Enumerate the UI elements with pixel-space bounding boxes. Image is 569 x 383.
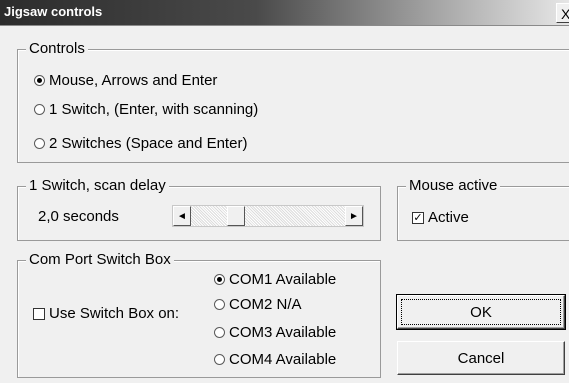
scan-delay-value: 2,0 seconds (38, 208, 119, 225)
radio-button-icon (214, 274, 225, 285)
controls-group-legend: Controls (26, 40, 88, 57)
radio-label: Mouse, Arrows and Enter (49, 72, 218, 89)
window-title: Jigsaw controls (4, 4, 103, 19)
close-button[interactable]: X (556, 3, 569, 23)
scrollbar-thumb[interactable] (227, 206, 245, 226)
radio-one-switch[interactable]: 1 Switch, (Enter, with scanning) (34, 101, 258, 118)
radio-button-icon (214, 299, 225, 310)
radio-button-icon (34, 104, 45, 115)
mouse-active-group-legend: Mouse active (406, 177, 501, 194)
active-checkbox[interactable]: ✓ Active (412, 209, 469, 226)
radio-label: COM1 Available (229, 271, 337, 288)
jigsaw-controls-dialog: Jigsaw controls X Controls Mouse, Arrows… (0, 0, 569, 383)
use-switch-box-checkbox[interactable]: Use Switch Box on: (33, 305, 179, 322)
radio-button-icon (214, 354, 225, 365)
cancel-button-label: Cancel (457, 350, 505, 367)
active-checkbox-label: Active (428, 209, 469, 226)
radio-button-icon (34, 75, 45, 86)
com-port-group-legend: Com Port Switch Box (26, 251, 174, 268)
cancel-button[interactable]: Cancel (397, 341, 565, 375)
radio-button-icon (214, 327, 225, 338)
radio-label: COM3 Available (229, 324, 337, 341)
scroll-right-icon[interactable]: ► (345, 206, 363, 226)
radio-label: COM2 N/A (229, 296, 302, 313)
radio-com3[interactable]: COM3 Available (214, 324, 336, 341)
radio-label: 1 Switch, (Enter, with scanning) (49, 101, 259, 118)
scan-delay-group-legend: 1 Switch, scan delay (26, 177, 169, 194)
scroll-left-icon[interactable]: ◄ (173, 206, 191, 226)
ok-button[interactable]: OK (396, 294, 566, 330)
radio-button-icon (34, 138, 45, 149)
radio-com2[interactable]: COM2 N/A (214, 296, 302, 313)
radio-com4[interactable]: COM4 Available (214, 351, 336, 368)
checkbox-unchecked-icon (33, 307, 45, 320)
radio-label: 2 Switches (Space and Enter) (49, 135, 248, 152)
checkbox-checked-icon: ✓ (412, 211, 424, 224)
use-switch-box-label: Use Switch Box on: (49, 305, 180, 322)
title-bar: Jigsaw controls X (0, 0, 569, 26)
radio-two-switches[interactable]: 2 Switches (Space and Enter) (34, 135, 247, 152)
radio-com1[interactable]: COM1 Available (214, 271, 336, 288)
radio-mouse-arrows-enter[interactable]: Mouse, Arrows and Enter (34, 72, 217, 89)
radio-label: COM4 Available (229, 351, 337, 368)
scan-delay-scrollbar[interactable]: ◄ ► (172, 205, 364, 227)
ok-button-label: OK (470, 304, 492, 321)
